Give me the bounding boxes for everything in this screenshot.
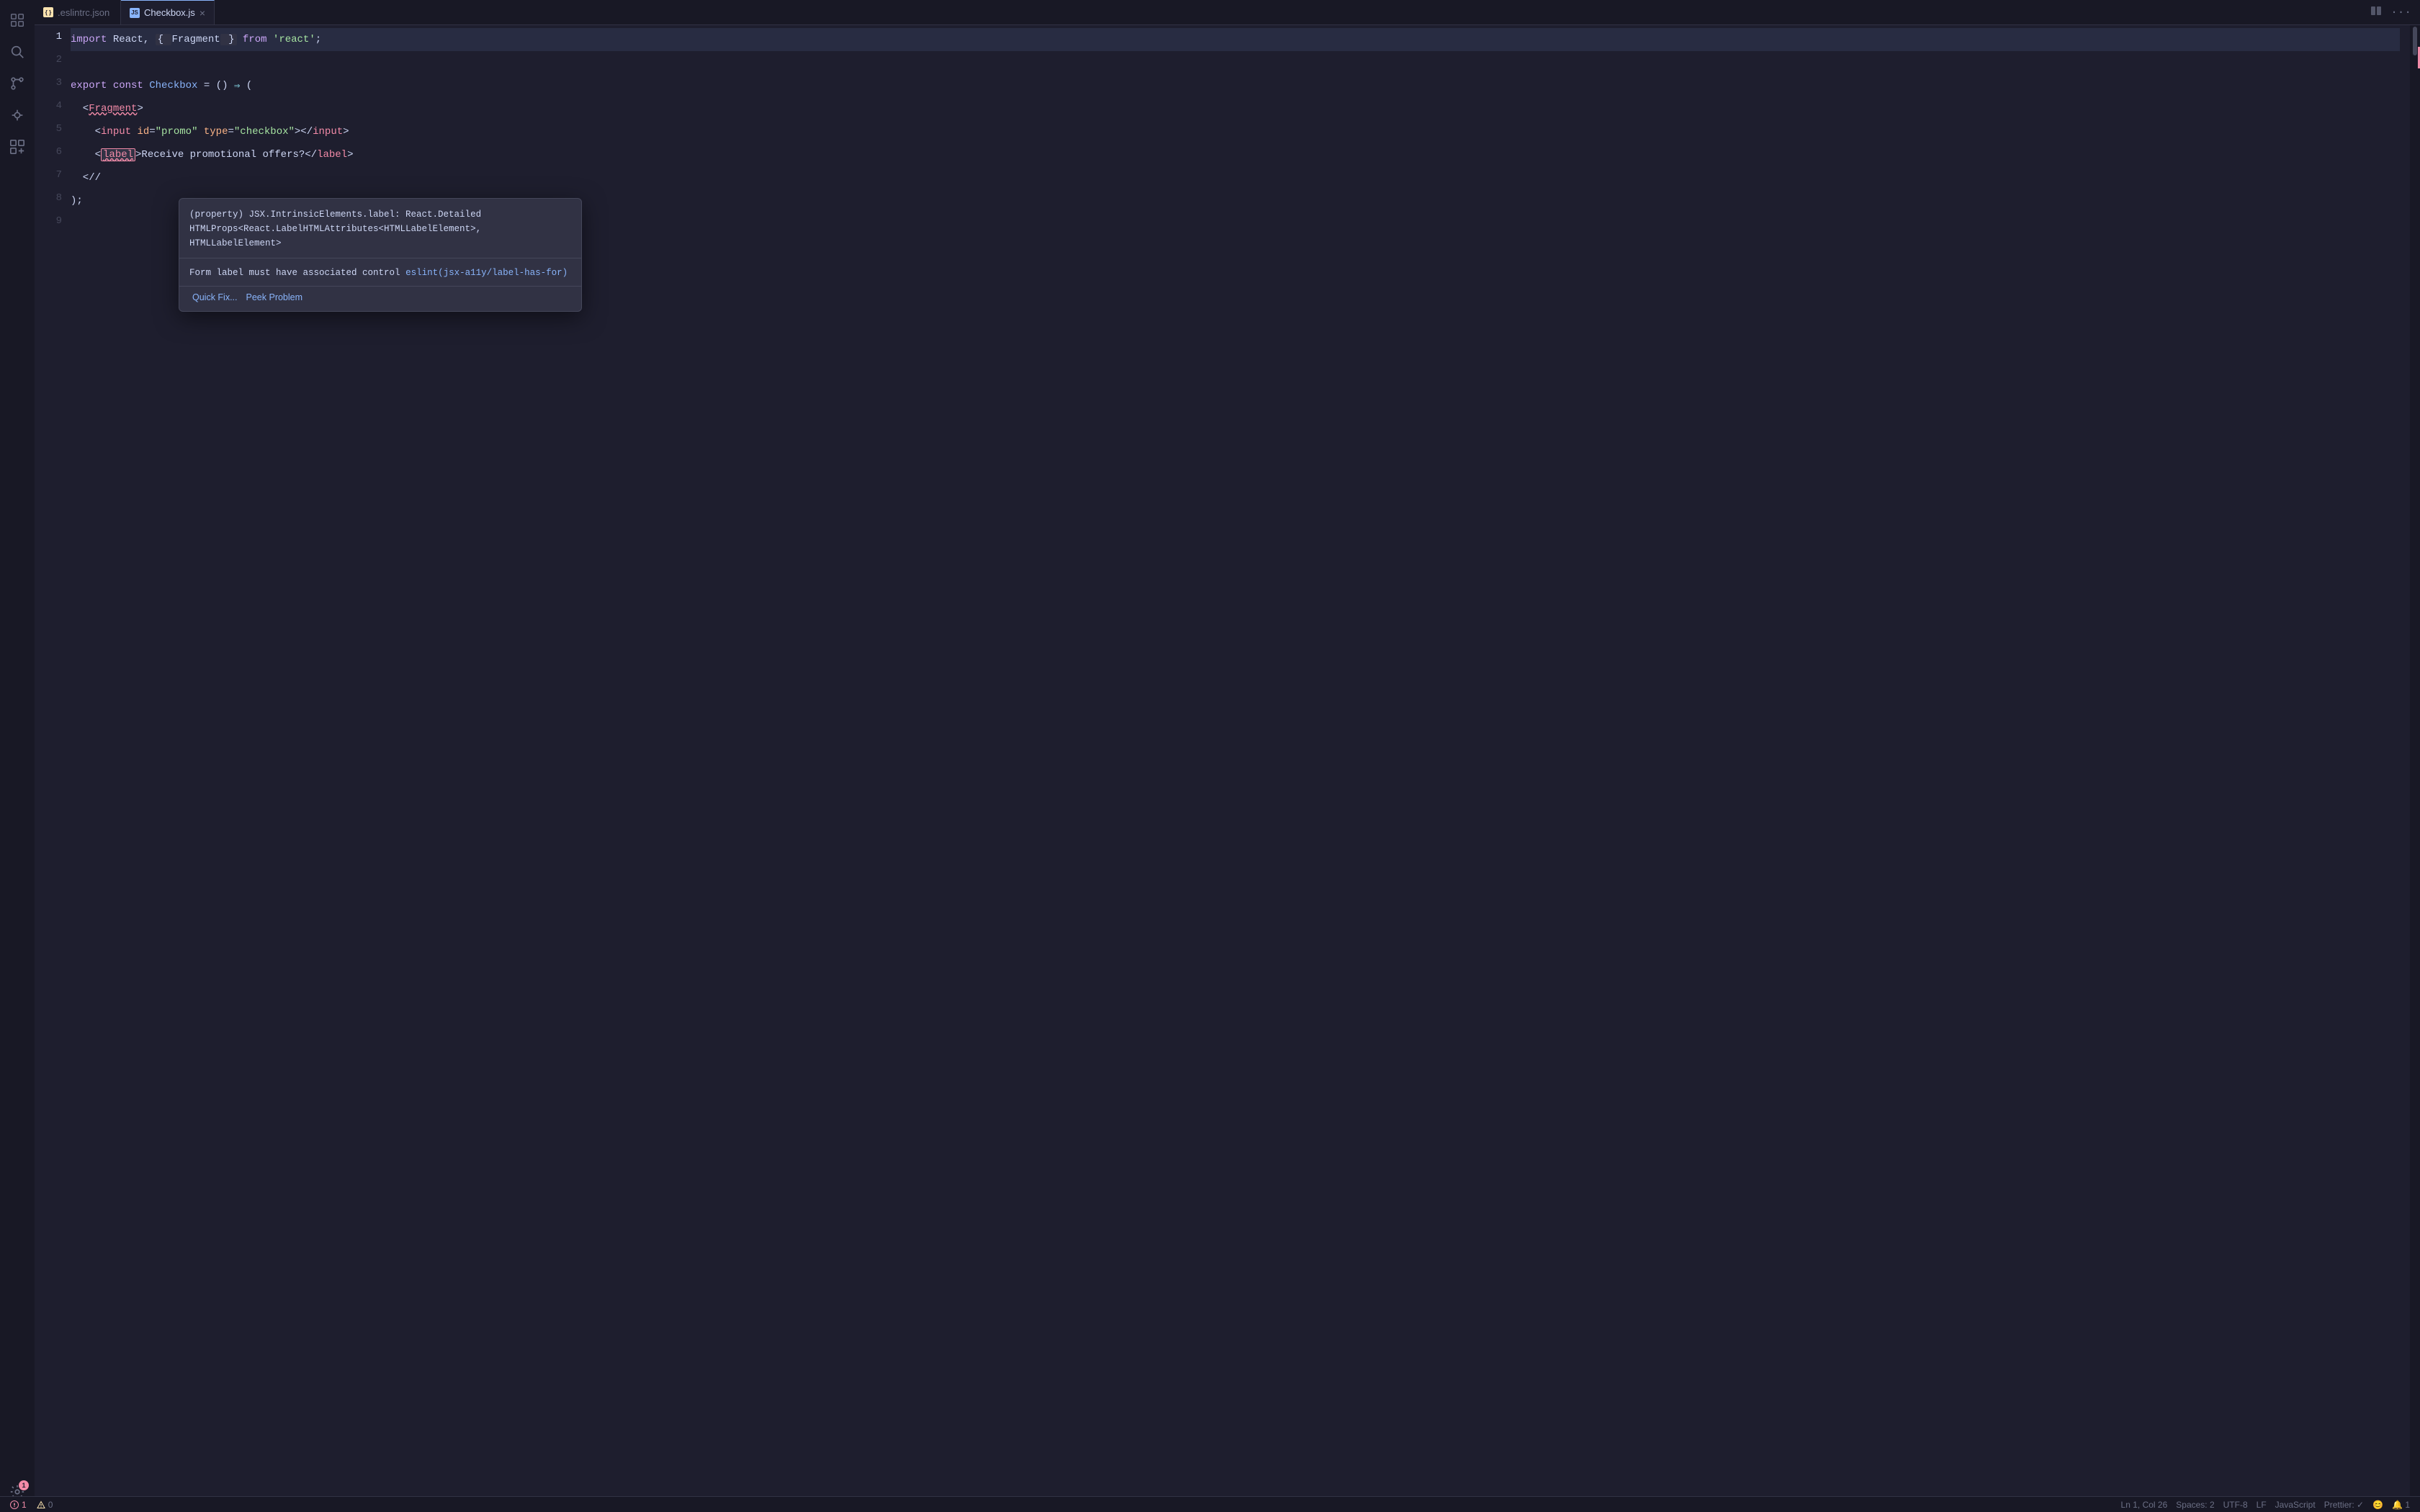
split-editor-button[interactable] — [2367, 2, 2385, 23]
activity-extensions[interactable] — [3, 132, 32, 161]
status-formatter-text: Prettier: ✓ — [2324, 1500, 2364, 1510]
more-actions-button[interactable]: ··· — [2388, 3, 2414, 22]
code-line-6: <label>Receive promotional offers?</labe… — [71, 143, 2400, 166]
tooltip-line3: HTMLLabelElement> — [189, 236, 571, 251]
tooltip-error-section: Form label must have associated control … — [179, 258, 581, 286]
status-spaces-text: Spaces: 2 — [2176, 1500, 2214, 1510]
status-encoding[interactable]: UTF-8 — [2219, 1500, 2252, 1510]
line-numbers: 1 2 3 4 5 6 7 8 9 — [35, 25, 71, 233]
status-formatter[interactable]: Prettier: ✓ — [2320, 1500, 2368, 1510]
status-errors[interactable]: 1 — [6, 1497, 31, 1512]
status-emoji-icon: 😊 — [2372, 1500, 2383, 1510]
code-line-1: import React, { Fragment } from 'react'; — [71, 28, 2400, 51]
warning-icon — [37, 1500, 45, 1509]
code-line-4: <Fragment> — [71, 97, 2400, 120]
activity-git[interactable] — [3, 69, 32, 98]
activity-debug[interactable] — [3, 101, 32, 130]
tooltip-type-info: (property) JSX.IntrinsicElements.label: … — [179, 199, 581, 258]
warning-count: 0 — [48, 1500, 53, 1510]
status-bar: 1 0 Ln 1, Col 26 Spaces: 2 UTF-8 LF Java… — [0, 1496, 2420, 1512]
tab-close-button[interactable]: × — [200, 8, 205, 18]
error-icon — [10, 1500, 19, 1509]
status-encoding-text: UTF-8 — [2223, 1500, 2248, 1510]
status-language-text: JavaScript — [2275, 1500, 2316, 1510]
status-language[interactable]: JavaScript — [2271, 1500, 2320, 1510]
scrollbar-track[interactable] — [2410, 25, 2420, 1496]
tab-eslintrc-label: .eslintrc.json — [58, 7, 109, 18]
tooltip-error-code: eslint(jsx-a11y/label-has-for) — [405, 268, 568, 278]
status-right: Ln 1, Col 26 Spaces: 2 UTF-8 LF JavaScri… — [2117, 1500, 2414, 1510]
code-editor[interactable]: 1 2 3 4 5 6 7 8 9 import React, { Fragme… — [35, 25, 2410, 1496]
code-line-3: export const Checkbox = () ⇒ ( — [71, 74, 2400, 97]
settings-badge: 1 — [19, 1480, 29, 1490]
status-position-text: Ln 1, Col 26 — [2121, 1500, 2168, 1510]
status-eol[interactable]: LF — [2252, 1500, 2271, 1510]
tooltip-line2: HTMLProps<React.LabelHTMLAttributes<HTML… — [189, 222, 571, 236]
checkbox-file-icon: JS — [130, 8, 140, 18]
scrollbar-thumb[interactable] — [2413, 27, 2417, 55]
tab-eslintrc[interactable]: { } .eslintrc.json — [35, 0, 121, 24]
tooltip-actions: Quick Fix... Peek Problem — [179, 286, 581, 311]
tab-bar: { } .eslintrc.json JS Checkbox.js × ··· — [35, 0, 2420, 25]
peek-problem-button[interactable]: Peek Problem — [243, 291, 306, 304]
editor-container: 1 2 3 4 5 6 7 8 9 import React, { Fragme… — [35, 25, 2420, 1496]
eslintrc-file-icon: { } — [43, 7, 53, 17]
tab-actions: ··· — [2367, 0, 2420, 24]
code-line-7: <// — [71, 166, 2400, 189]
tooltip-popup: (property) JSX.IntrinsicElements.label: … — [179, 198, 582, 312]
code-line-5: <input id="promo" type="checkbox"></inpu… — [71, 120, 2400, 143]
code-line-2 — [71, 51, 2400, 74]
status-emoji[interactable]: 😊 — [2368, 1500, 2388, 1510]
status-notifications-text: 🔔 1 — [2392, 1500, 2410, 1510]
status-notifications[interactable]: 🔔 1 — [2388, 1500, 2414, 1510]
activity-search[interactable] — [3, 37, 32, 66]
keyword-import: import — [71, 34, 107, 45]
tab-checkbox[interactable]: JS Checkbox.js × — [121, 0, 215, 24]
status-position[interactable]: Ln 1, Col 26 — [2117, 1500, 2172, 1510]
status-warnings[interactable]: 0 — [32, 1497, 58, 1512]
status-spaces[interactable]: Spaces: 2 — [2172, 1500, 2218, 1510]
tooltip-error-msg: Form label must have associated control — [189, 268, 400, 278]
tooltip-line1: (property) JSX.IntrinsicElements.label: … — [189, 207, 571, 222]
tab-checkbox-label: Checkbox.js — [144, 7, 195, 18]
error-count: 1 — [22, 1500, 27, 1510]
activity-explorer[interactable] — [3, 6, 32, 35]
quick-fix-button[interactable]: Quick Fix... — [189, 291, 241, 304]
status-eol-text: LF — [2257, 1500, 2267, 1510]
activity-bar: 1 — [0, 0, 35, 1512]
